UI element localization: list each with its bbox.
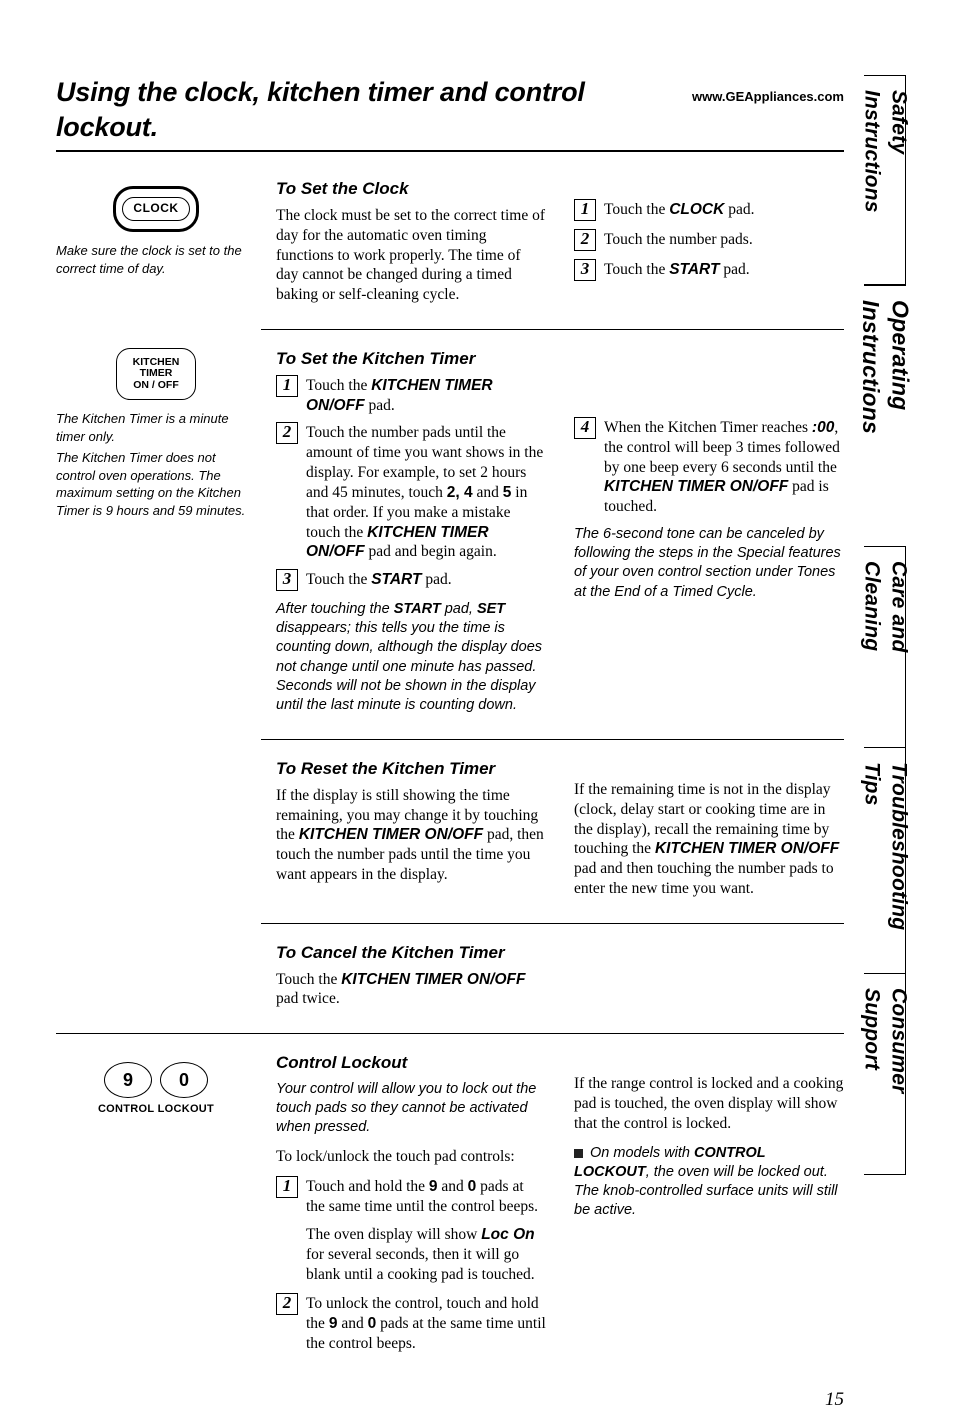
clock-step-2: 2 Touch the number pads. bbox=[574, 230, 844, 252]
step-number-icon: 3 bbox=[574, 259, 596, 281]
section-set-kt: KITCHENTIMERON / OFF The Kitchen Timer i… bbox=[56, 348, 844, 725]
section-set-clock: CLOCK Make sure the clock is set to the … bbox=[56, 178, 844, 315]
lockout-right-2: On models with CONTROL LOCKOUT, the oven… bbox=[574, 1144, 844, 1221]
brand-url: www.GEAppliances.com bbox=[692, 89, 844, 106]
heading-cancel-kt: To Cancel the Kitchen Timer bbox=[276, 942, 546, 964]
step-number-icon: 4 bbox=[574, 417, 596, 439]
divider bbox=[261, 923, 844, 924]
clock-pad-label: CLOCK bbox=[122, 197, 189, 220]
heading-set-clock: To Set the Clock bbox=[276, 178, 546, 200]
page-number: 15 bbox=[825, 1388, 844, 1412]
divider bbox=[261, 739, 844, 740]
heading-control-lockout: Control Lockout bbox=[276, 1052, 546, 1074]
kt-step-2: 2 Touch the number pads until the amount… bbox=[276, 423, 546, 562]
lockout-right-1: If the range control is locked and a coo… bbox=[574, 1074, 844, 1133]
control-lockout-illustration: 9 0 CONTROL LOCKOUT bbox=[56, 1062, 256, 1116]
kitchen-timer-pad-illustration: KITCHENTIMERON / OFF bbox=[116, 348, 196, 400]
clock-step-3: 3 Touch the START pad. bbox=[574, 260, 844, 282]
kt-step-4: 4 When the Kitchen Timer reaches :00, th… bbox=[574, 418, 844, 517]
kt-step-1: 1 Touch the KITCHEN TIMER ON/OFF pad. bbox=[276, 376, 546, 416]
lockout-loc-on-text: The oven display will show Loc On for se… bbox=[306, 1225, 546, 1284]
step-number-icon: 2 bbox=[574, 229, 596, 251]
clock-intro: The clock must be set to the correct tim… bbox=[276, 206, 546, 305]
clock-pad-illustration: CLOCK bbox=[113, 186, 199, 232]
pad-9-icon: 9 bbox=[104, 1062, 152, 1098]
bullet-square-icon bbox=[574, 1149, 583, 1158]
kt-note-tone: The 6-second tone can be canceled by fol… bbox=[574, 525, 844, 602]
step-number-icon: 1 bbox=[574, 199, 596, 221]
lockout-intro: Your control will allow you to lock out … bbox=[276, 1080, 546, 1137]
reset-left-text: If the display is still showing the time… bbox=[276, 786, 546, 885]
heading-reset-kt: To Reset the Kitchen Timer bbox=[276, 758, 546, 780]
step-number-icon: 1 bbox=[276, 1176, 298, 1198]
step-number-icon: 2 bbox=[276, 1293, 298, 1315]
step-number-icon: 3 bbox=[276, 569, 298, 591]
cancel-text: Touch the KITCHEN TIMER ON/OFF pad twice… bbox=[276, 970, 546, 1010]
page-title: Using the clock, kitchen timer and contr… bbox=[56, 75, 692, 144]
tab-operating[interactable]: Operating Instructions bbox=[864, 285, 906, 547]
section-cancel-kt: To Cancel the Kitchen Timer Touch the KI… bbox=[56, 942, 844, 1019]
kt-step-3: 3 Touch the START pad. bbox=[276, 570, 546, 592]
lockout-step-2: 2 To unlock the control, touch and hold … bbox=[276, 1294, 546, 1353]
divider-full bbox=[56, 1033, 844, 1034]
title-bar: Using the clock, kitchen timer and contr… bbox=[56, 75, 844, 152]
heading-set-kt: To Set the Kitchen Timer bbox=[276, 348, 546, 370]
section-reset-kt: To Reset the Kitchen Timer If the displa… bbox=[56, 758, 844, 909]
lockout-instruction: To lock/unlock the touch pad controls: bbox=[276, 1147, 546, 1167]
pad-0-icon: 0 bbox=[160, 1062, 208, 1098]
tab-troubleshooting[interactable]: Troubleshooting Tips bbox=[864, 748, 906, 974]
section-tab-rail: Safety Instructions Operating Instructio… bbox=[864, 75, 906, 1175]
tab-consumer[interactable]: Consumer Support bbox=[864, 974, 906, 1175]
clock-caption: Make sure the clock is set to the correc… bbox=[56, 242, 256, 277]
clock-step-1: 1 Touch the CLOCK pad. bbox=[574, 200, 844, 222]
tab-safety[interactable]: Safety Instructions bbox=[864, 75, 906, 285]
kt-note-after-start: After touching the START pad, SET disapp… bbox=[276, 600, 546, 715]
page-content: Using the clock, kitchen timer and contr… bbox=[56, 75, 844, 1372]
step-number-icon: 2 bbox=[276, 422, 298, 444]
control-lockout-label: CONTROL LOCKOUT bbox=[56, 1102, 256, 1116]
kt-caption-1: The Kitchen Timer is a minute timer only… bbox=[56, 410, 256, 445]
step-number-icon: 1 bbox=[276, 375, 298, 397]
reset-right-text: If the remaining time is not in the disp… bbox=[574, 780, 844, 899]
tab-care[interactable]: Care and Cleaning bbox=[864, 547, 906, 748]
kt-caption-2: The Kitchen Timer does not control oven … bbox=[56, 449, 256, 519]
divider bbox=[261, 329, 844, 330]
section-control-lockout: 9 0 CONTROL LOCKOUT Control Lockout Your… bbox=[56, 1052, 844, 1362]
lockout-step-1: 1 Touch and hold the 9 and 0 pads at the… bbox=[276, 1177, 546, 1217]
